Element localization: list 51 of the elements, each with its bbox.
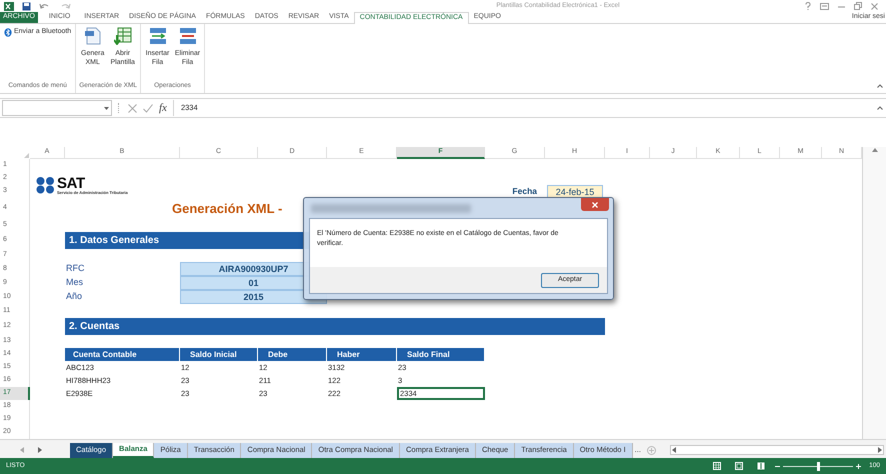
table-header: Saldo Inicial xyxy=(180,348,258,361)
app-icon[interactable] xyxy=(4,2,14,10)
close-button[interactable] xyxy=(581,198,609,211)
scroll-left-icon xyxy=(672,447,676,453)
zoom-slider[interactable] xyxy=(817,462,820,470)
collapse-ribbon-icon[interactable] xyxy=(877,84,883,88)
logo-text: SAT xyxy=(57,176,85,190)
field-label: RFC xyxy=(65,262,86,276)
field-label: Año xyxy=(65,290,84,304)
cancel-icon[interactable] xyxy=(128,104,137,112)
document-icon xyxy=(84,27,101,45)
table-header: Cuenta Contable xyxy=(65,348,180,361)
next-sheet-icon[interactable] xyxy=(38,447,42,453)
table-rows-icon xyxy=(148,27,167,45)
scroll-right-icon xyxy=(878,447,882,453)
horizontal-scrollbar[interactable] xyxy=(670,445,884,455)
restore-icon[interactable] xyxy=(854,2,862,10)
dropdown-icon xyxy=(104,106,109,110)
scroll-up-icon xyxy=(872,148,878,152)
name-box[interactable] xyxy=(2,100,112,116)
undo-icon[interactable] xyxy=(39,2,51,10)
table-rows-icon xyxy=(178,27,197,45)
zoom-in-icon[interactable] xyxy=(856,464,862,468)
field-label: Mes xyxy=(65,276,84,290)
bluetooth-icon xyxy=(4,28,12,37)
previous-sheet-icon[interactable] xyxy=(20,447,24,453)
table-header: Saldo Final xyxy=(397,348,485,361)
redo-icon[interactable] xyxy=(59,2,71,10)
vertical-scrollbar[interactable] xyxy=(862,147,886,439)
close-icon xyxy=(592,202,598,208)
table-header: Debe xyxy=(258,348,327,361)
table-header: Haber xyxy=(327,348,397,361)
page-break-icon[interactable] xyxy=(757,462,766,470)
date-cell: 24-feb-15 xyxy=(547,185,603,198)
help-icon[interactable] xyxy=(805,2,811,10)
sheet-title: Generación XML - xyxy=(172,200,282,218)
new-sheet-icon[interactable] xyxy=(646,446,656,454)
select-all-icon[interactable] xyxy=(24,153,29,158)
spreadsheet-icon xyxy=(114,27,132,45)
save-icon[interactable] xyxy=(22,2,31,10)
ribbon-display-icon[interactable] xyxy=(820,2,829,10)
date-label: Fecha xyxy=(511,185,538,198)
logo-circles-icon xyxy=(36,176,55,194)
page-layout-icon[interactable] xyxy=(735,462,744,470)
normal-view-icon[interactable] xyxy=(713,462,722,470)
check-icon[interactable] xyxy=(143,104,153,112)
close-icon[interactable] xyxy=(871,2,878,10)
expand-formula-icon[interactable] xyxy=(877,106,883,110)
section-heading: 2. Cuentas xyxy=(65,318,605,335)
zoom-out-icon[interactable] xyxy=(775,464,780,468)
insert-function-button[interactable]: fx xyxy=(159,100,174,116)
